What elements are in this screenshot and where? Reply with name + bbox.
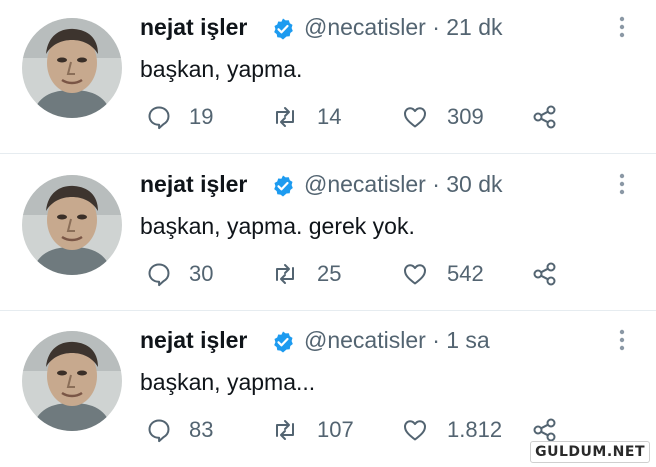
avatar[interactable] [22, 331, 122, 431]
retweet-icon[interactable] [271, 260, 299, 288]
display-name[interactable]: nejat işler [140, 171, 247, 198]
like-icon[interactable] [401, 416, 429, 444]
verified-badge-icon [274, 18, 293, 40]
verified-badge-icon [274, 331, 293, 353]
tweet-timestamp[interactable]: · 21 dk [432, 14, 502, 40]
reply-count: 83 [189, 417, 214, 442]
like-icon[interactable] [401, 260, 429, 288]
more-options-icon[interactable] [614, 327, 630, 353]
retweet-count: 25 [317, 261, 342, 286]
tweet-card[interactable]: nejat işler @necatisler · 21 dk başkan, … [0, 0, 656, 154]
retweet-icon[interactable] [271, 416, 299, 444]
reply-icon[interactable] [145, 260, 173, 288]
like-count: 542 [447, 261, 484, 286]
tweet-timestamp[interactable]: · 1 sa [432, 327, 490, 353]
share-icon[interactable] [531, 416, 559, 444]
site-watermark: GULDUM.NET [530, 441, 650, 463]
reply-count: 19 [189, 104, 214, 129]
reply-count: 30 [189, 261, 214, 286]
verified-badge-icon [274, 175, 293, 197]
user-handle[interactable]: @necatisler · 1 sa [304, 327, 490, 354]
reply-icon[interactable] [145, 416, 173, 444]
tweet-card[interactable]: nejat işler @necatisler · 30 dk başkan, … [0, 157, 656, 311]
avatar[interactable] [22, 18, 122, 118]
like-icon[interactable] [401, 103, 429, 131]
retweet-count: 107 [317, 417, 354, 442]
more-options-icon[interactable] [614, 171, 630, 197]
tweet-text: başkan, yapma. gerek yok. [140, 213, 415, 239]
like-count: 309 [447, 104, 484, 129]
display-name[interactable]: nejat işler [140, 327, 247, 354]
tweet-timestamp[interactable]: · 30 dk [432, 171, 502, 197]
user-handle[interactable]: @necatisler · 30 dk [304, 171, 503, 198]
share-icon[interactable] [531, 103, 559, 131]
more-options-icon[interactable] [614, 14, 630, 40]
user-handle[interactable]: @necatisler · 21 dk [304, 14, 503, 41]
like-count: 1.812 [447, 417, 503, 442]
display-name[interactable]: nejat işler [140, 14, 247, 41]
tweet-text: başkan, yapma... [140, 369, 316, 395]
retweet-count: 14 [317, 104, 342, 129]
reply-icon[interactable] [145, 103, 173, 131]
retweet-icon[interactable] [271, 103, 299, 131]
avatar[interactable] [22, 175, 122, 275]
tweet-text: başkan, yapma. [140, 56, 303, 82]
share-icon[interactable] [531, 260, 559, 288]
